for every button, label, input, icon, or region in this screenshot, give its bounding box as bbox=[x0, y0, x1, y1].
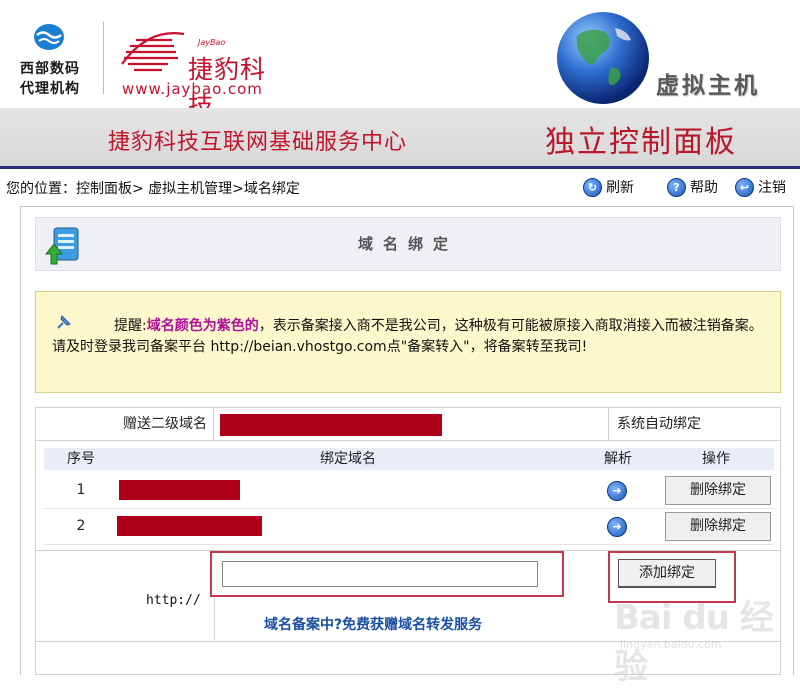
help-icon: ? bbox=[667, 177, 686, 197]
gift-domain-label: 赠送二级域名 bbox=[36, 408, 214, 440]
banner-title: 独立控制面板 bbox=[545, 125, 737, 160]
virtual-host-title: 虚拟主机 bbox=[656, 72, 760, 99]
binding-table: 赠送二级域名 系统自动绑定 序号 绑定域名 解析 操作 1 ➜ 删除绑定 2 ➜… bbox=[35, 407, 781, 675]
redacted-gift-domain bbox=[220, 414, 442, 436]
delete-binding-button[interactable]: 删除绑定 bbox=[665, 476, 771, 505]
notice-lead: 提醒: bbox=[114, 318, 147, 334]
resolve-arrow-icon[interactable]: ➜ bbox=[607, 517, 627, 537]
help-label: 帮助 bbox=[690, 180, 718, 196]
col-header-resolve: 解析 bbox=[578, 448, 659, 470]
jaybao-url[interactable]: www.jaybao.com bbox=[122, 80, 263, 98]
free-forwarding-link[interactable]: 域名备案中?免费获赠域名转发服务 bbox=[264, 614, 482, 634]
logout-label: 注销 bbox=[758, 180, 786, 196]
logout-icon: ↩ bbox=[735, 177, 754, 197]
jaybao-logo[interactable]: JayBao 捷豹科技 www.jaybao.com bbox=[118, 18, 288, 120]
domain-input[interactable] bbox=[222, 561, 538, 587]
panel-header: 域名绑定 bbox=[35, 217, 781, 271]
logout-link[interactable]: ↩ 注销 bbox=[735, 177, 786, 197]
notice-highlight: 域名颜色为紫色的 bbox=[146, 318, 259, 334]
banner-subtitle: 捷豹科技互联网基础服务中心 bbox=[108, 130, 408, 155]
delete-binding-button[interactable]: 删除绑定 bbox=[665, 512, 771, 541]
domain-list: 序号 绑定域名 解析 操作 1 ➜ 删除绑定 2 ➜ 删除绑定 bbox=[44, 448, 774, 548]
panel-title: 域名绑定 bbox=[357, 235, 458, 253]
col-header-domain: 绑定域名 bbox=[118, 448, 579, 470]
add-binding-button[interactable]: 添加绑定 bbox=[618, 559, 716, 588]
col-header-index: 序号 bbox=[44, 448, 119, 470]
row-index: 2 bbox=[76, 518, 86, 534]
main-panel: 域名绑定 提醒:域名颜色为紫色的，表示备案接入商不是我公司，这种极有可能被原接入… bbox=[20, 206, 794, 675]
row-index: 1 bbox=[76, 482, 86, 498]
breadcrumb: 您的位置：控制面板> 虚拟主机管理>域名绑定 bbox=[6, 181, 300, 197]
add-binding-area: http:// 添加绑定 域名备案中?免费获赠域名转发服务 bbox=[36, 550, 780, 642]
gift-domain-row: 赠送二级域名 系统自动绑定 bbox=[36, 408, 780, 441]
divider bbox=[214, 593, 215, 640]
col-header-action: 操作 bbox=[658, 448, 774, 470]
banner: 捷豹科技互联网基础服务中心 独立控制面板 bbox=[0, 108, 800, 169]
resolve-arrow-icon[interactable]: ➜ bbox=[607, 481, 627, 501]
refresh-icon: ↻ bbox=[583, 177, 602, 197]
site-header: 西部数码 代理机构 JayBao 捷豹科技 www.jaybao.com 虚拟主… bbox=[0, 0, 800, 120]
west-logo-line2: 代理机构 bbox=[20, 81, 80, 97]
water-drop-icon bbox=[34, 24, 64, 50]
west-digital-logo[interactable]: 西部数码 代理机构 bbox=[10, 18, 90, 98]
redacted-domain bbox=[117, 516, 262, 536]
notice-text: 提醒:域名颜色为紫色的，表示备案接入商不是我公司，这种极有可能被原接入商取消接入… bbox=[52, 316, 767, 358]
help-link[interactable]: ? 帮助 bbox=[667, 177, 718, 197]
breadcrumb-bar: 您的位置：控制面板> 虚拟主机管理>域名绑定 ↻ 刷新 ? 帮助 ↩ 注销 bbox=[0, 170, 800, 204]
redacted-domain bbox=[119, 480, 240, 500]
gift-domain-status: 系统自动绑定 bbox=[608, 408, 780, 440]
refresh-link[interactable]: ↻ 刷新 bbox=[583, 177, 634, 197]
logo-divider bbox=[103, 22, 104, 94]
jaybao-leopard-icon bbox=[121, 32, 185, 72]
table-row: 2 ➜ 删除绑定 bbox=[44, 508, 774, 545]
table-row: 1 ➜ 删除绑定 bbox=[44, 472, 774, 509]
notice-box: 提醒:域名颜色为紫色的，表示备案接入商不是我公司，这种极有可能被原接入商取消接入… bbox=[35, 291, 781, 393]
http-prefix-label: http:// bbox=[146, 593, 201, 608]
west-logo-line1: 西部数码 bbox=[20, 61, 80, 77]
globe-icon bbox=[557, 12, 649, 104]
refresh-label: 刷新 bbox=[606, 180, 634, 196]
jaybao-tag: JayBao bbox=[198, 38, 226, 47]
